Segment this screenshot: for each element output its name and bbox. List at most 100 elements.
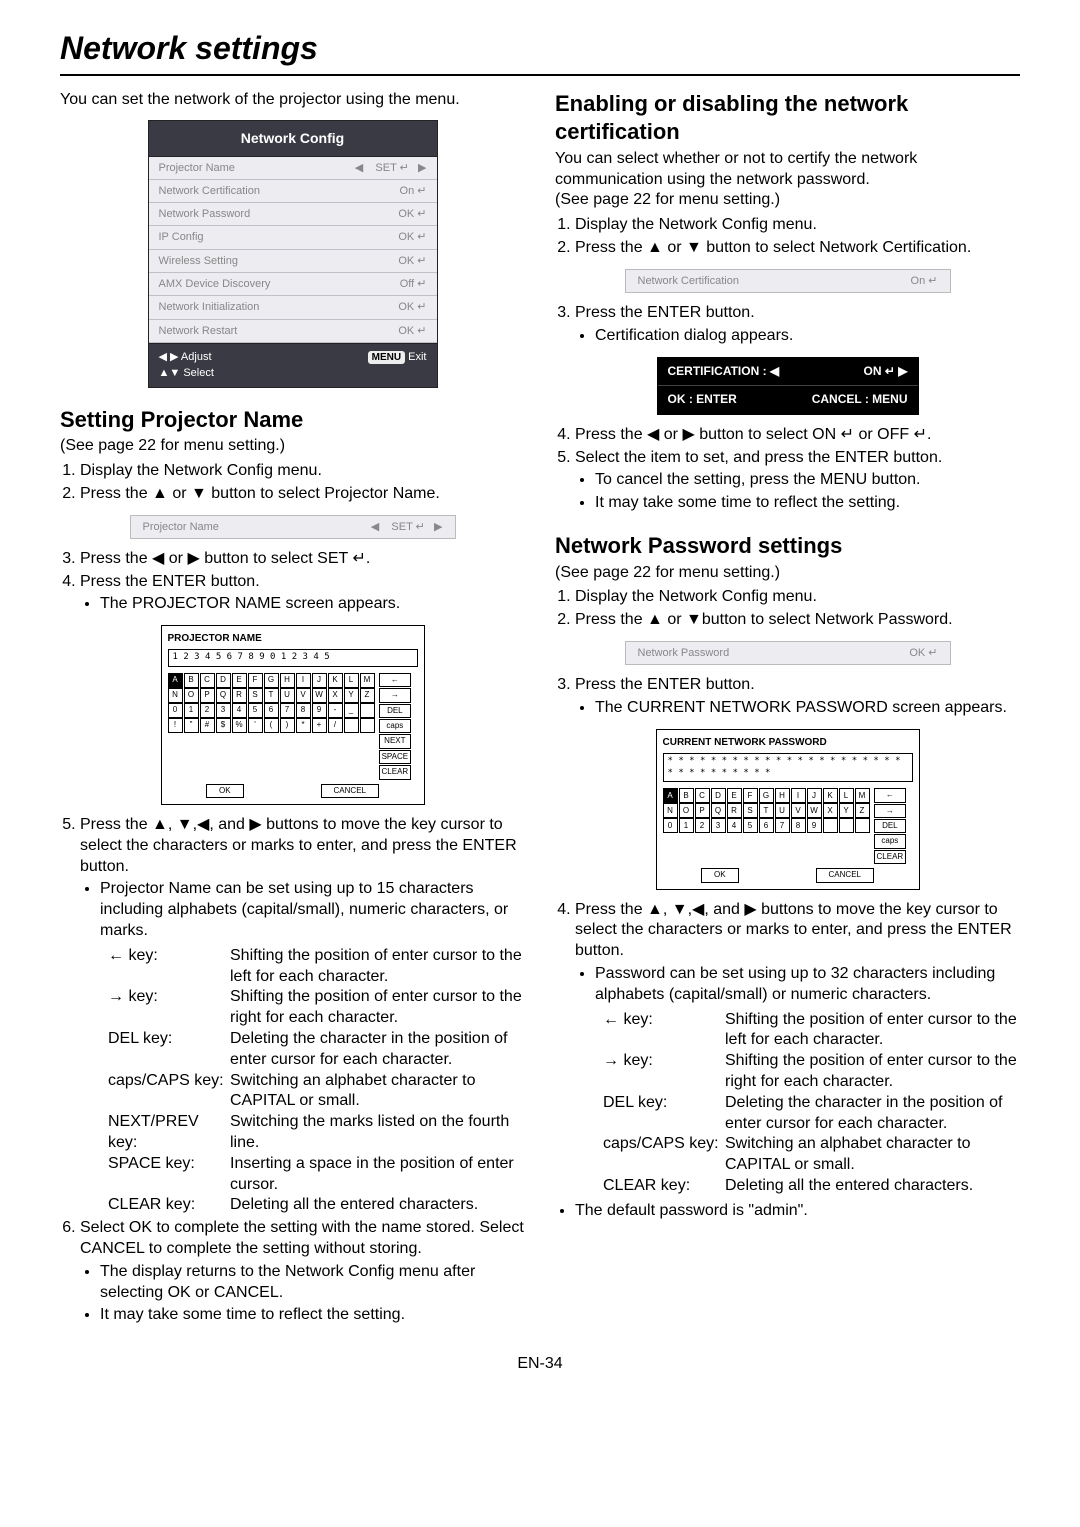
key-cell: M [855, 788, 870, 803]
key-cell: Z [360, 688, 375, 703]
certification-heading: Enabling or disabling the network certif… [555, 90, 1020, 147]
key-name: → key: [108, 987, 230, 1029]
step: Select the item to set, and press the EN… [575, 448, 1020, 514]
key-cell [855, 818, 870, 833]
key-desc: Switching the marks listed on the fourth… [230, 1112, 525, 1154]
key-cell: 1 [184, 703, 199, 718]
key-cell: Q [216, 688, 231, 703]
key-cell: 2 [695, 818, 710, 833]
key-name: SPACE key: [108, 1154, 230, 1196]
key-cell: B [679, 788, 694, 803]
key-cell: T [759, 803, 774, 818]
key-cell: U [775, 803, 790, 818]
key-cell [839, 818, 854, 833]
key-cell: 8 [791, 818, 806, 833]
key-cell: 4 [727, 818, 742, 833]
network-config-menu: Network Config Projector Name◀ SET ↵ ▶ N… [148, 120, 438, 387]
key-side: caps [874, 834, 907, 848]
key-cell: ' [248, 718, 263, 733]
key-cell: X [823, 803, 838, 818]
key-cell: _ [344, 703, 359, 718]
step: Press the ▲, ▼,◀, and ▶ buttons to move … [80, 815, 525, 1216]
key-name: DEL key: [108, 1029, 230, 1071]
key-cell: P [200, 688, 215, 703]
key-cell: P [695, 803, 710, 818]
key-side: DEL [379, 704, 412, 718]
key-side: DEL [874, 819, 907, 833]
key-desc: Deleting all the entered characters. [725, 1176, 1020, 1197]
cert-intro: You can select whether or not to certify… [555, 149, 1020, 191]
key-cell: - [328, 703, 343, 718]
menu-row: Projector Name◀ SET ↵ ▶ [149, 157, 437, 180]
key-name: caps/CAPS key: [603, 1134, 725, 1176]
key-name: → key: [603, 1051, 725, 1093]
default-password-note: The default password is "admin". [575, 1201, 1020, 1222]
key-cell: 3 [711, 818, 726, 833]
key-cell: 6 [759, 818, 774, 833]
key-cell: Y [344, 688, 359, 703]
key-cell: 4 [232, 703, 247, 718]
key-cell: F [743, 788, 758, 803]
key-desc: Deleting the character in the position o… [725, 1093, 1020, 1135]
key-cell: E [232, 673, 247, 688]
key-desc: Deleting the character in the position o… [230, 1029, 525, 1071]
key-cell: L [344, 673, 359, 688]
password-heading: Network Password settings [555, 532, 1020, 561]
key-cell: * [296, 718, 311, 733]
key-cell: K [328, 673, 343, 688]
step: Display the Network Config menu. [575, 215, 1020, 236]
key-cell: U [280, 688, 295, 703]
key-cell: % [232, 718, 247, 733]
step: Press the ▲, ▼,◀, and ▶ buttons to move … [575, 900, 1020, 1197]
key-cell: " [184, 718, 199, 733]
key-cell: W [807, 803, 822, 818]
key-cell: 9 [312, 703, 327, 718]
key-name: caps/CAPS key: [108, 1071, 230, 1113]
key-cell: 1 [679, 818, 694, 833]
key-side: → [379, 688, 412, 702]
key-cell: B [184, 673, 199, 688]
key-cell: V [791, 803, 806, 818]
intro-text: You can set the network of the projector… [60, 90, 525, 111]
key-cell: H [775, 788, 790, 803]
key-side: SPACE [379, 750, 412, 764]
key-cell: 8 [296, 703, 311, 718]
key-side: CLEAR [874, 850, 907, 864]
key-cell [360, 703, 375, 718]
key-cell: N [663, 803, 678, 818]
key-cell: 5 [248, 703, 263, 718]
key-cell: K [823, 788, 838, 803]
step: Press the ENTER button. The PROJECTOR NA… [80, 572, 525, 616]
key-desc: Deleting all the entered characters. [230, 1195, 525, 1216]
key-cell: ( [264, 718, 279, 733]
menu-row: Network InitializationOK ↵ [149, 296, 437, 319]
key-cell [344, 718, 359, 733]
key-cell: C [695, 788, 710, 803]
menu-row: AMX Device DiscoveryOff ↵ [149, 273, 437, 296]
key-cell: W [312, 688, 327, 703]
key-cell: L [839, 788, 854, 803]
key-cell: A [663, 788, 678, 803]
key-cell: G [264, 673, 279, 688]
key-cell: A [168, 673, 183, 688]
key-cell: 0 [663, 818, 678, 833]
key-cell: D [711, 788, 726, 803]
key-cell: E [727, 788, 742, 803]
key-cell: R [232, 688, 247, 703]
page-number: EN-34 [60, 1354, 1020, 1375]
key-cell: 7 [775, 818, 790, 833]
key-name: ← key: [603, 1010, 725, 1052]
key-side: caps [379, 719, 412, 733]
key-desc: Shifting the position of enter cursor to… [725, 1051, 1020, 1093]
key-cell: T [264, 688, 279, 703]
menu-row: Network CertificationOn ↵ [149, 180, 437, 203]
menu-row: Network PasswordOK ↵ [149, 203, 437, 226]
certification-dialog: CERTIFICATION : ◀ON ↵ ▶ OK : ENTERCANCEL… [657, 357, 919, 415]
step: Select OK to complete the setting with t… [80, 1218, 525, 1326]
key-cell: X [328, 688, 343, 703]
key-cell: S [248, 688, 263, 703]
key-cell: N [168, 688, 183, 703]
key-cell: 9 [807, 818, 822, 833]
key-side: CLEAR [379, 765, 412, 779]
key-cell: J [807, 788, 822, 803]
